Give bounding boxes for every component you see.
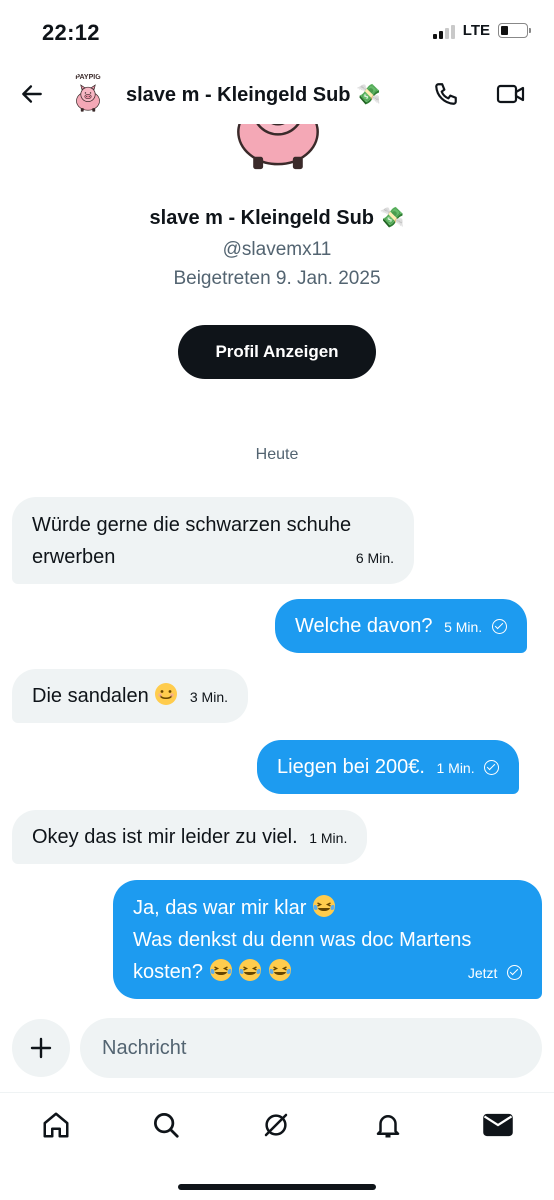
bell-icon xyxy=(376,1115,400,1138)
message-text: Die sandalen xyxy=(32,685,149,707)
message-incoming[interactable]: Würde gerne die schwarzen schuhe erwerbe… xyxy=(12,497,414,584)
message-outgoing[interactable]: Liegen bei 200€. 1 Min. xyxy=(257,740,520,794)
tears-of-joy-emoji-icon xyxy=(312,895,335,917)
video-camera-icon xyxy=(496,84,525,104)
tears-of-joy-emoji-icon xyxy=(268,959,291,981)
message-time: 6 Min. xyxy=(355,550,394,566)
profile-handle: @slavemx11 xyxy=(222,239,332,260)
envelope-icon xyxy=(483,1113,513,1137)
message-text: kosten? xyxy=(133,961,204,983)
message-outgoing[interactable]: Welche davon? 5 Min. xyxy=(275,599,527,653)
network-label: LTE xyxy=(462,22,490,39)
read-check-icon xyxy=(507,965,522,980)
profile-name: slave m - Kleingeld Sub 💸 xyxy=(149,207,405,229)
add-attachment-button[interactable] xyxy=(12,1019,70,1077)
search-icon xyxy=(154,1113,179,1138)
status-indicators: LTE xyxy=(432,22,531,39)
message-text: Würde gerne die schwarzen schuhe xyxy=(32,514,352,536)
video-call-button[interactable] xyxy=(494,78,528,110)
message-outgoing[interactable]: Ja, das war mir klar Was denkst du denn … xyxy=(113,880,542,999)
header-title[interactable]: slave m - Kleingeld Sub 💸 xyxy=(126,82,381,107)
message-input[interactable]: Nachricht xyxy=(80,1018,542,1078)
message-incoming[interactable]: Okey das ist mir leider zu viel. 1 Min. xyxy=(12,810,368,864)
home-indicator xyxy=(178,1184,376,1190)
tab-home[interactable] xyxy=(38,1107,74,1143)
plus-icon xyxy=(30,1037,52,1059)
profile-joined-date: Beigetreten 9. Jan. 2025 xyxy=(173,268,381,289)
message-text: erwerben xyxy=(32,546,116,568)
phone-icon xyxy=(435,83,457,105)
day-separator: Heute xyxy=(255,446,299,463)
message-text: Welche davon? xyxy=(295,615,433,637)
message-time: Jetzt xyxy=(467,965,498,981)
read-check-icon xyxy=(491,619,507,634)
conversation-header: PAYPIG slave m - Kleingeld Sub 💸 xyxy=(0,64,554,124)
signal-icon xyxy=(432,23,455,39)
grok-icon xyxy=(264,1113,288,1137)
call-button[interactable] xyxy=(430,78,462,110)
tears-of-joy-emoji-icon xyxy=(209,959,232,981)
tears-of-joy-emoji-icon xyxy=(239,959,262,981)
message-incoming[interactable]: Die sandalen 3 Min. xyxy=(12,669,248,723)
smiling-face-emoji-icon xyxy=(155,683,178,705)
message-text: Liegen bei 200€. xyxy=(277,756,425,778)
status-bar: 22:12 LTE xyxy=(0,0,554,64)
tab-grok[interactable] xyxy=(258,1107,294,1143)
arrow-left-icon xyxy=(22,85,42,103)
tab-messages[interactable] xyxy=(480,1107,516,1143)
back-button[interactable] xyxy=(16,78,48,110)
view-profile-button[interactable]: Profil Anzeigen xyxy=(178,325,376,379)
message-time: 3 Min. xyxy=(189,689,228,705)
header-avatar[interactable]: PAYPIG xyxy=(66,72,110,116)
message-time: 1 Min. xyxy=(436,760,475,776)
bottom-tab-bar xyxy=(0,1092,554,1162)
tab-notifications[interactable] xyxy=(370,1107,406,1143)
message-time: 1 Min. xyxy=(309,830,348,846)
message-text: Ja, das war mir klar xyxy=(133,897,307,919)
message-text: Okey das ist mir leider zu viel. xyxy=(32,826,298,848)
battery-icon xyxy=(498,23,531,38)
message-time: 5 Min. xyxy=(444,619,483,635)
home-icon xyxy=(43,1112,69,1138)
read-check-icon xyxy=(484,760,500,775)
tab-search[interactable] xyxy=(148,1107,184,1143)
status-time: 22:12 xyxy=(42,20,100,45)
message-text: Was denkst du denn was doc Martens xyxy=(133,929,472,951)
